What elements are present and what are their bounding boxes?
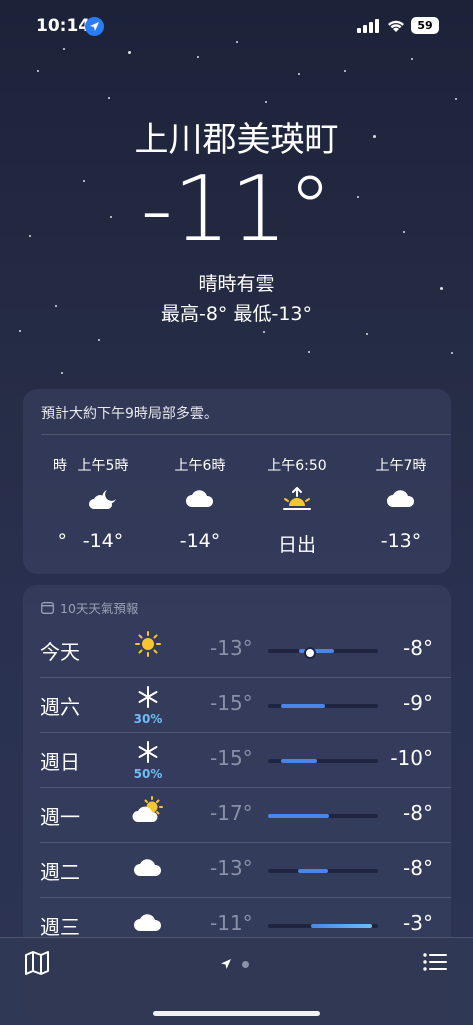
forecast-row[interactable]: 週二 -13° -8° (23, 843, 451, 898)
page-indicator[interactable] (220, 958, 249, 970)
forecast-row[interactable]: 週日 50% -15° -10° (23, 733, 451, 788)
cellular-signal-icon (357, 19, 379, 33)
high-low-temperature: 最高-8° 最低-13° (160, 303, 313, 325)
forecast-low: -15° (210, 691, 253, 715)
forecast-high: -8° (403, 856, 433, 880)
hourly-forecast-card[interactable]: 預計大約下午9時局部多雲。 時 ° 上午5時 -14° 上午6時 -14° 上午… (23, 389, 451, 574)
forecast-high: -9° (403, 691, 433, 715)
forecast-row-today[interactable]: 今天 -13° -8° (23, 623, 451, 678)
forecast-high: -8° (403, 801, 433, 825)
list-icon[interactable] (423, 952, 447, 972)
calendar-icon (41, 602, 54, 614)
snow-icon: 50% (131, 741, 165, 781)
current-condition: 晴時有雲 (198, 273, 275, 295)
status-time: 10:14 (36, 16, 91, 36)
current-temp-dot (303, 647, 316, 659)
forecast-day: 週二 (40, 860, 80, 884)
forecast-low: -17° (210, 801, 253, 825)
hourly-time: 上午7時 (375, 458, 427, 474)
forecast-low: -13° (210, 856, 253, 880)
forecast-title: 10天天氣預報 (60, 601, 139, 616)
forecast-day: 週日 (40, 750, 80, 774)
sun-icon (131, 631, 165, 661)
forecast-day: 週六 (40, 695, 80, 719)
temperature-range-fill (297, 869, 329, 873)
hourly-time: 上午6時 (174, 458, 226, 474)
temperature-range-bar (268, 869, 378, 873)
home-indicator[interactable] (153, 1011, 320, 1016)
cloud-icon (160, 487, 240, 509)
hourly-temp: -14° (82, 530, 124, 552)
temperature-range-bar (268, 647, 378, 659)
hourly-temp: -14° (179, 530, 221, 552)
bottom-toolbar (0, 937, 473, 1025)
sun-cloud-icon (131, 796, 165, 828)
forecast-low: -13° (210, 636, 253, 660)
forecast-header: 10天天氣預報 (41, 598, 138, 617)
precip-chance: 50% (133, 767, 163, 781)
temperature-range-fill (310, 924, 373, 928)
forecast-high: -8° (403, 636, 433, 660)
location-services-icon (85, 17, 104, 36)
forecast-high: -3° (403, 911, 433, 935)
divider (41, 434, 451, 435)
temperature-range-fill (281, 759, 318, 763)
city-name: 上川郡美瑛町 (134, 120, 339, 160)
sunrise-icon (257, 487, 337, 513)
forecast-row[interactable]: 週六 30% -15° -9° (23, 678, 451, 733)
battery-level: 59 (411, 17, 439, 34)
hourly-time: 上午5時 (77, 458, 129, 474)
map-icon[interactable] (24, 951, 50, 975)
hourly-summary: 預計大約下午9時局部多雲。 (41, 406, 218, 422)
status-bar: 10:14 59 (0, 0, 473, 54)
hourly-temp: 日出 (277, 534, 316, 556)
hourly-time: 時 (53, 458, 67, 474)
temperature-range-bar (268, 759, 378, 763)
current-location-icon (221, 959, 231, 969)
temperature-range-fill (281, 704, 326, 708)
forecast-high: -10° (390, 746, 433, 770)
cloud-icon (131, 856, 165, 882)
precip-chance: 30% (133, 712, 163, 726)
temperature-range-fill (268, 814, 329, 818)
hourly-temp: ° (57, 530, 68, 552)
current-temperature: -11° (140, 157, 333, 262)
hourly-time: 上午6:50 (267, 458, 327, 474)
forecast-day: 週三 (40, 915, 80, 939)
forecast-low: -15° (210, 746, 253, 770)
temperature-range-bar (268, 924, 378, 928)
page-dot (242, 960, 249, 968)
hourly-temp: -13° (380, 530, 422, 552)
temperature-range-bar (268, 814, 378, 818)
temperature-range-bar (268, 704, 378, 708)
forecast-day: 週一 (40, 805, 80, 829)
cloud-icon (361, 487, 441, 509)
cloud-icon (131, 911, 165, 937)
snow-icon: 30% (131, 686, 165, 726)
wifi-icon (388, 20, 404, 32)
forecast-row[interactable]: 週一 -17° -8° (23, 788, 451, 843)
forecast-day: 今天 (40, 640, 80, 664)
forecast-low: -11° (210, 911, 253, 935)
moon-cloud-icon (63, 487, 143, 511)
